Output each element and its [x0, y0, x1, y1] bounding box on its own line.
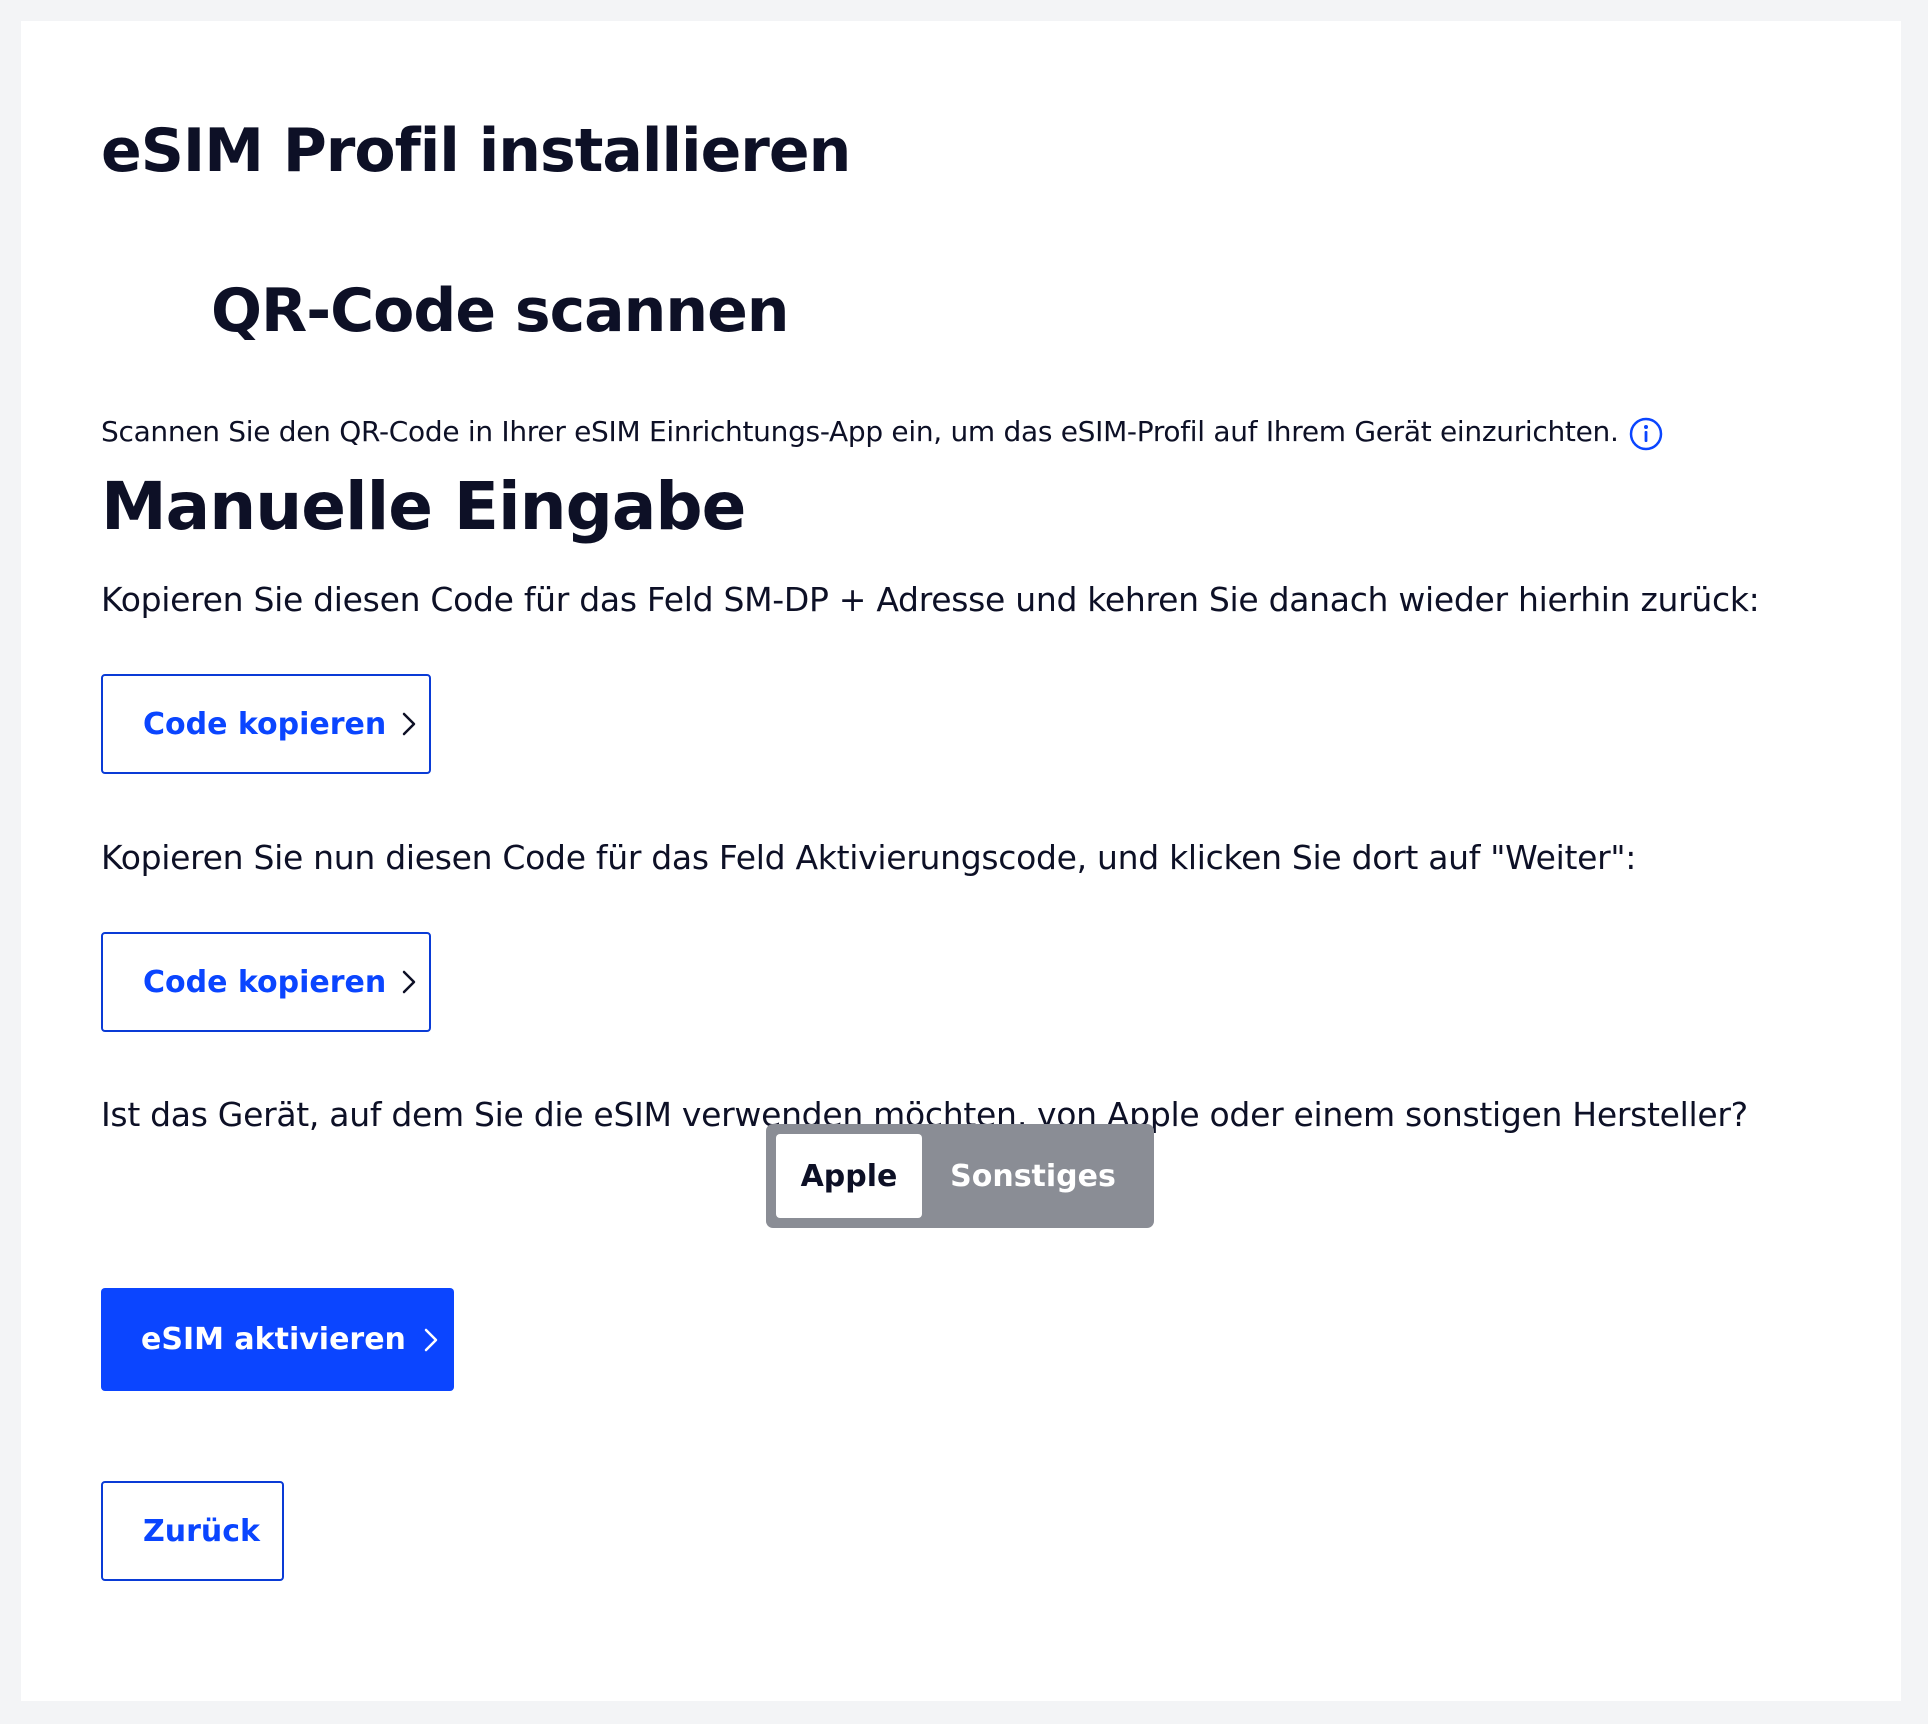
activation-code-instruction: Kopieren Sie nun diesen Code für das Fel…: [101, 838, 1637, 877]
copy-smdp-code-button[interactable]: Code kopieren: [101, 674, 431, 774]
device-type-toggle: Apple Sonstiges: [766, 1124, 1154, 1228]
qr-section-heading: QR-Code scannen: [211, 276, 789, 346]
qr-description: Scannen Sie den QR-Code in Ihrer eSIM Ei…: [101, 412, 1663, 452]
chevron-right-icon: [398, 967, 420, 997]
manual-section-heading: Manuelle Eingabe: [101, 468, 746, 545]
content-card: eSIM Profil installieren QR-Code scannen…: [21, 21, 1901, 1701]
back-label: Zurück: [143, 1513, 260, 1549]
device-option-apple[interactable]: Apple: [776, 1134, 922, 1218]
activate-esim-button[interactable]: eSIM aktivieren: [101, 1288, 454, 1391]
chevron-right-icon: [398, 709, 420, 739]
qr-description-text: Scannen Sie den QR-Code in Ihrer eSIM Ei…: [101, 415, 1619, 448]
smdp-instruction: Kopieren Sie diesen Code für das Feld SM…: [101, 580, 1760, 619]
page-title: eSIM Profil installieren: [101, 116, 851, 186]
copy-activation-code-button[interactable]: Code kopieren: [101, 932, 431, 1032]
device-option-other[interactable]: Sonstiges: [922, 1134, 1144, 1218]
activate-esim-label: eSIM aktivieren: [141, 1322, 406, 1357]
back-button[interactable]: Zurück: [101, 1481, 284, 1581]
copy-activation-code-label: Code kopieren: [143, 964, 387, 1000]
copy-smdp-code-label: Code kopieren: [143, 706, 387, 742]
chevron-right-icon: [420, 1325, 442, 1355]
info-circle-icon[interactable]: [1629, 417, 1663, 451]
